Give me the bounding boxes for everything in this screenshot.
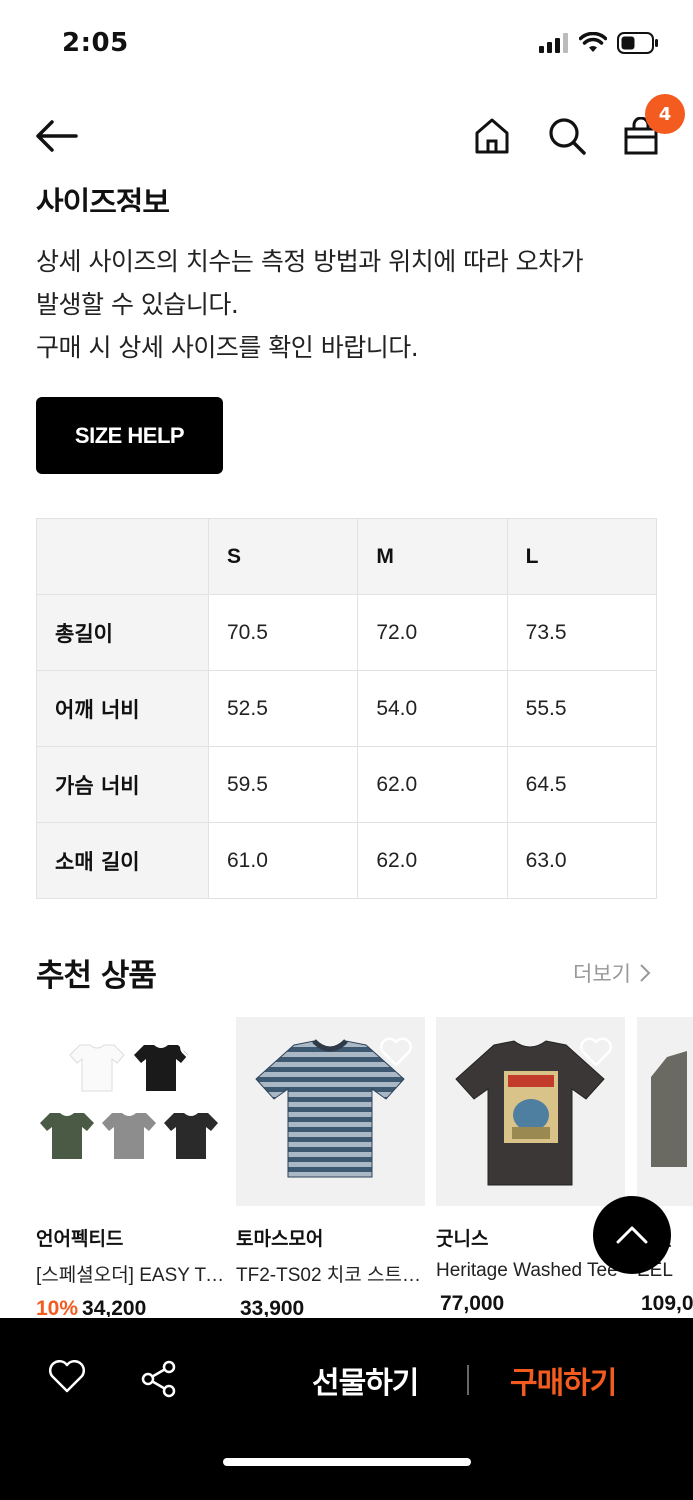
size-info-title-wrap: 사이즈정보 <box>36 168 436 212</box>
measurement-value: 62.0 <box>357 822 508 899</box>
size-column-header: S <box>207 518 359 595</box>
product-price: 109,0 <box>641 1292 693 1315</box>
product-name: Heritage Washed Tee <box>436 1260 618 1281</box>
more-label: 더보기 <box>573 962 631 986</box>
more-link[interactable]: 더보기 <box>573 958 651 988</box>
measurement-value: 52.5 <box>207 670 359 747</box>
product-image <box>36 1017 225 1206</box>
size-column-header: M <box>357 518 508 595</box>
size-info-title: 사이즈정보 <box>36 186 170 212</box>
signal-icon <box>539 33 568 53</box>
home-icon <box>475 118 509 154</box>
measurement-value: 55.5 <box>506 670 658 747</box>
product-card[interactable]: 굿니스 Heritage Washed Tee 77,000 <box>436 1017 625 1316</box>
scroll-to-top-button[interactable] <box>593 1196 671 1274</box>
chevron-up-icon <box>616 1226 648 1244</box>
gift-button[interactable]: 선물하기 <box>312 1358 419 1402</box>
product-price-row: 77,000 <box>436 1292 625 1316</box>
product-price: 33,900 <box>240 1297 305 1317</box>
product-brand: 언어펙티드 <box>36 1228 124 1250</box>
arrow-left-icon <box>36 120 78 152</box>
wishlist-heart-icon[interactable] <box>579 1037 613 1067</box>
size-column-header: L <box>506 518 658 595</box>
battery-icon <box>617 32 658 54</box>
search-button[interactable] <box>545 114 589 158</box>
search-icon <box>549 118 586 155</box>
table-row: 소매 길이 61.0 62.0 63.0 <box>36 822 658 899</box>
chevron-right-icon <box>640 964 651 982</box>
product-brand: 토마스모어 <box>236 1228 324 1250</box>
wifi-icon <box>579 32 607 52</box>
wishlist-heart-icon[interactable] <box>48 1360 86 1394</box>
measurement-value: 59.5 <box>207 746 359 823</box>
table-header-row: S M L <box>36 518 658 595</box>
table-corner <box>36 518 209 595</box>
product-price-row: 109,0 <box>637 1292 693 1316</box>
notice-line: 구매 시 상세 사이즈를 확인 바랍니다. <box>36 333 419 362</box>
buy-button[interactable]: 구매하기 <box>510 1358 617 1402</box>
measurement-value: 70.5 <box>207 594 359 671</box>
size-table: S M L 총길이 70.5 72.0 73.5 어깨 너비 52.5 54.0… <box>36 518 658 899</box>
recommend-title: 추천 상품 <box>36 958 157 994</box>
status-bar: 2:05 <box>0 0 693 90</box>
product-price: 34,200 <box>82 1297 147 1317</box>
measurement-value: 63.0 <box>506 822 658 899</box>
measurement-value: 64.5 <box>506 746 658 823</box>
measurement-label: 어깨 너비 <box>36 670 209 747</box>
tshirt-image <box>651 1051 687 1167</box>
product-name: TF2-TS02 치코 스트라이프 티셔츠 <box>236 1265 425 1286</box>
wishlist-heart-icon[interactable] <box>179 1037 213 1067</box>
bottom-action-bar: 선물하기 구매하기 <box>0 1318 693 1500</box>
product-card[interactable]: 언어펙티드 [스페셜오더] EASY T-SHIRT 10%34,200 <box>36 1017 225 1317</box>
status-time: 2:05 <box>62 28 129 58</box>
wishlist-heart-icon[interactable] <box>379 1037 413 1067</box>
status-icons <box>539 32 659 54</box>
product-name: [스페셜오더] EASY T-SHIRT <box>36 1265 225 1286</box>
notice-line: 발생할 수 있습니다. <box>36 290 239 319</box>
measurement-label: 총길이 <box>36 594 209 671</box>
measurement-value: 62.0 <box>357 746 508 823</box>
product-price-row: 33,900 <box>236 1297 425 1317</box>
cart-button[interactable]: 4 <box>619 94 685 158</box>
product-card[interactable]: 토마스모어 TF2-TS02 치코 스트라이프 티셔츠 33,900 <box>236 1017 425 1317</box>
home-indicator <box>223 1458 471 1466</box>
product-price: 77,000 <box>440 1292 505 1315</box>
home-button[interactable] <box>470 114 514 158</box>
measurement-value: 72.0 <box>357 594 508 671</box>
measurement-value: 61.0 <box>207 822 359 899</box>
measurement-value: 54.0 <box>357 670 508 747</box>
back-button[interactable] <box>34 114 78 158</box>
table-row: 총길이 70.5 72.0 73.5 <box>36 594 658 671</box>
discount-rate: 10% <box>36 1297 79 1317</box>
measurement-value: 73.5 <box>506 594 658 671</box>
size-help-button[interactable]: SIZE HELP <box>36 397 223 474</box>
size-notice: 상세 사이즈의 치수는 측정 방법과 위치에 따라 오차가 발생할 수 있습니다… <box>36 240 656 369</box>
notice-line: 상세 사이즈의 치수는 측정 방법과 위치에 따라 오차가 <box>36 247 584 276</box>
table-row: 어깨 너비 52.5 54.0 55.5 <box>36 670 658 747</box>
product-image <box>436 1017 625 1206</box>
table-row: 가슴 너비 59.5 62.0 64.5 <box>36 746 658 823</box>
recommend-product-list: 언어펙티드 [스페셜오더] EASY T-SHIRT 10%34,200 <box>36 1017 693 1317</box>
product-image <box>236 1017 425 1206</box>
divider <box>467 1365 469 1395</box>
product-image <box>637 1017 693 1206</box>
measurement-label: 소매 길이 <box>36 822 209 899</box>
measurement-label: 가슴 너비 <box>36 746 209 823</box>
product-price-row: 10% 34,200 <box>36 1297 225 1317</box>
cart-count-badge: 4 <box>645 94 685 134</box>
share-icon[interactable] <box>140 1360 178 1398</box>
